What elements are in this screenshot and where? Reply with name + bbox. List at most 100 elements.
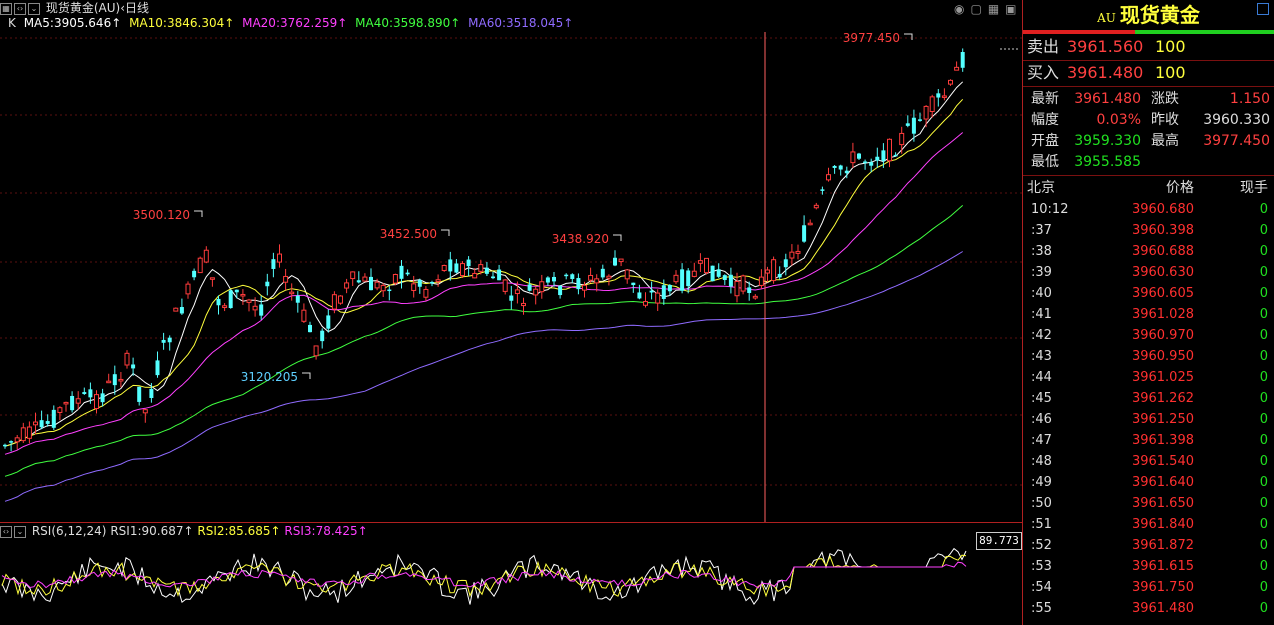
tick-time: :47: [1031, 433, 1052, 448]
tick-row: :43 3960.950 0: [1023, 346, 1274, 367]
tick-price: 3961.650: [1131, 496, 1194, 511]
candle-body: [893, 154, 898, 157]
candle-body: [387, 289, 392, 292]
candle-body: [259, 304, 264, 316]
price-annotation: 3438.920: [552, 232, 609, 246]
grid-icon[interactable]: ▦: [988, 2, 999, 16]
tick-time: :53: [1031, 559, 1052, 574]
candle-body: [222, 305, 228, 308]
square-icon[interactable]: ▢: [970, 2, 981, 16]
candle-body: [863, 161, 868, 164]
window-icon[interactable]: ▣: [1005, 2, 1016, 16]
tick-row: :49 3961.640 0: [1023, 472, 1274, 493]
candle-body: [502, 279, 508, 292]
candle-body: [869, 162, 874, 166]
low-value: 3955.585: [1074, 154, 1141, 170]
tick-volume: 0: [1259, 475, 1268, 490]
candle-body: [308, 324, 312, 333]
rsi3-label: RSI3:78.425↑: [284, 524, 368, 538]
maximize-icon[interactable]: [1257, 3, 1269, 15]
ma-prefix: K: [8, 16, 16, 30]
high-label: 最高: [1151, 133, 1179, 149]
expand-icon[interactable]: ‹›: [0, 525, 12, 538]
candle-body: [209, 277, 215, 280]
candle-body: [75, 398, 81, 404]
candle-body: [100, 393, 105, 403]
candle-body: [802, 225, 807, 242]
tick-time: :54: [1031, 580, 1052, 595]
tick-price: 3961.250: [1131, 412, 1194, 427]
price-annotation: 3977.450: [843, 31, 900, 45]
candle-body: [392, 274, 398, 284]
change-value: 1.150: [1229, 91, 1270, 107]
rsi-line-2: [1, 554, 967, 598]
rsi-label: RSI(6,12,24): [31, 524, 107, 538]
candle-body: [588, 274, 594, 281]
candle-body: [826, 174, 831, 181]
candle-body: [686, 270, 691, 287]
quote-row: 开盘 3959.330 最高 3977.450: [1023, 131, 1274, 152]
candle-body: [197, 257, 203, 274]
candle-body: [637, 292, 642, 299]
candle-body: [454, 263, 459, 273]
candle-body: [344, 282, 350, 289]
tick-row: :50 3961.650 0: [1023, 493, 1274, 514]
candle-body: [552, 276, 556, 282]
tick-row: :37 3960.398 0: [1023, 220, 1274, 241]
candle-body: [192, 270, 197, 278]
ma40-label: MA40:3598.890↑: [355, 16, 461, 30]
candle-body: [564, 274, 569, 277]
candle-body: [88, 389, 93, 398]
separator: [1023, 86, 1274, 87]
quote-row: 最低 3955.585: [1023, 152, 1274, 173]
candle-body: [789, 251, 795, 259]
candle-body: [484, 267, 489, 274]
separator: [1023, 175, 1274, 176]
tick-price: 3960.970: [1131, 328, 1194, 343]
candle-body: [710, 265, 715, 282]
dropdown-icon[interactable]: ⌄: [14, 525, 26, 538]
tick-volume: 0: [1259, 517, 1268, 532]
candle-body: [271, 259, 276, 269]
tick-row: :44 3961.025 0: [1023, 367, 1274, 388]
menu-icon[interactable]: ▦: [0, 2, 12, 15]
rsi-header: ‹› ⌄ RSI(6,12,24) RSI1:90.687↑ RSI2:85.68…: [0, 523, 368, 539]
quote-panel: AU 现货黄金 卖出 3961.560 100 买入 3961.480 100 最…: [1023, 0, 1274, 625]
candle-body: [813, 204, 819, 209]
expand-icon[interactable]: ‹›: [14, 2, 26, 15]
candle-body: [747, 287, 752, 293]
tick-price: 3960.630: [1131, 265, 1194, 280]
candlestick-chart[interactable]: 3977.450 3500.120 3452.500 3438.920 3120.205: [0, 30, 1022, 522]
range-label: 幅度: [1031, 112, 1059, 128]
quote-row: 幅度 0.03% 昨收 3960.330: [1023, 110, 1274, 131]
candle-body: [320, 330, 325, 342]
tick-time: :55: [1031, 601, 1052, 616]
candle-body: [26, 426, 32, 439]
tick-price: 3961.262: [1131, 391, 1194, 406]
candle-body: [832, 165, 837, 168]
candle-body: [716, 269, 721, 277]
tick-volume: 0: [1259, 202, 1268, 217]
candle-body: [228, 290, 233, 309]
rsi-line-3: [1, 561, 967, 589]
chart-period[interactable]: 日线: [125, 1, 149, 15]
dropdown-icon[interactable]: ⌄: [28, 2, 40, 15]
tick-price: 3961.025: [1131, 370, 1194, 385]
candle-body: [82, 392, 87, 395]
candle-body: [435, 279, 441, 283]
candle-body: [752, 295, 758, 299]
candle-body: [875, 156, 880, 161]
sell-volume: 100: [1155, 37, 1186, 56]
candle-body: [478, 264, 484, 272]
instrument-code: AU: [1097, 11, 1116, 25]
tick-row: :52 3961.872 0: [1023, 535, 1274, 556]
candle-body: [20, 427, 26, 442]
eye-icon[interactable]: ◉: [954, 2, 964, 16]
candle-body: [850, 151, 856, 164]
buy-ratio-bar: [1135, 30, 1274, 34]
candle-body: [680, 269, 685, 291]
rsi-chart[interactable]: [0, 539, 1022, 625]
candle-body: [374, 281, 380, 289]
candle-body: [448, 259, 453, 272]
candle-body: [369, 276, 373, 291]
